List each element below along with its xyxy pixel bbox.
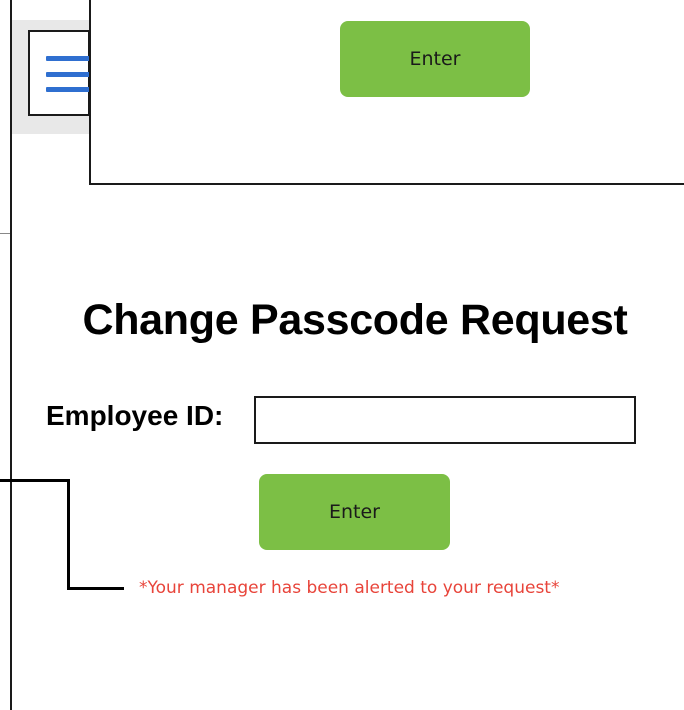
- connector-line: [67, 587, 124, 590]
- connector-line: [0, 479, 69, 482]
- hamburger-bar: [46, 72, 92, 77]
- hamburger-menu-icon[interactable]: [46, 56, 92, 92]
- connector-line: [67, 479, 70, 590]
- left-frame-tick: [0, 233, 10, 234]
- page-title: Change Passcode Request: [82, 296, 628, 344]
- employee-id-input[interactable]: [254, 396, 636, 444]
- enter-button[interactable]: Enter: [259, 474, 450, 550]
- top-overlay-panel: Enter: [89, 0, 684, 185]
- manager-alert-message: *Your manager has been alerted to your r…: [139, 578, 560, 598]
- hamburger-bar: [46, 87, 92, 92]
- top-enter-button[interactable]: Enter: [340, 21, 530, 97]
- employee-id-label: Employee ID:: [46, 400, 224, 431]
- hamburger-bar: [46, 56, 92, 61]
